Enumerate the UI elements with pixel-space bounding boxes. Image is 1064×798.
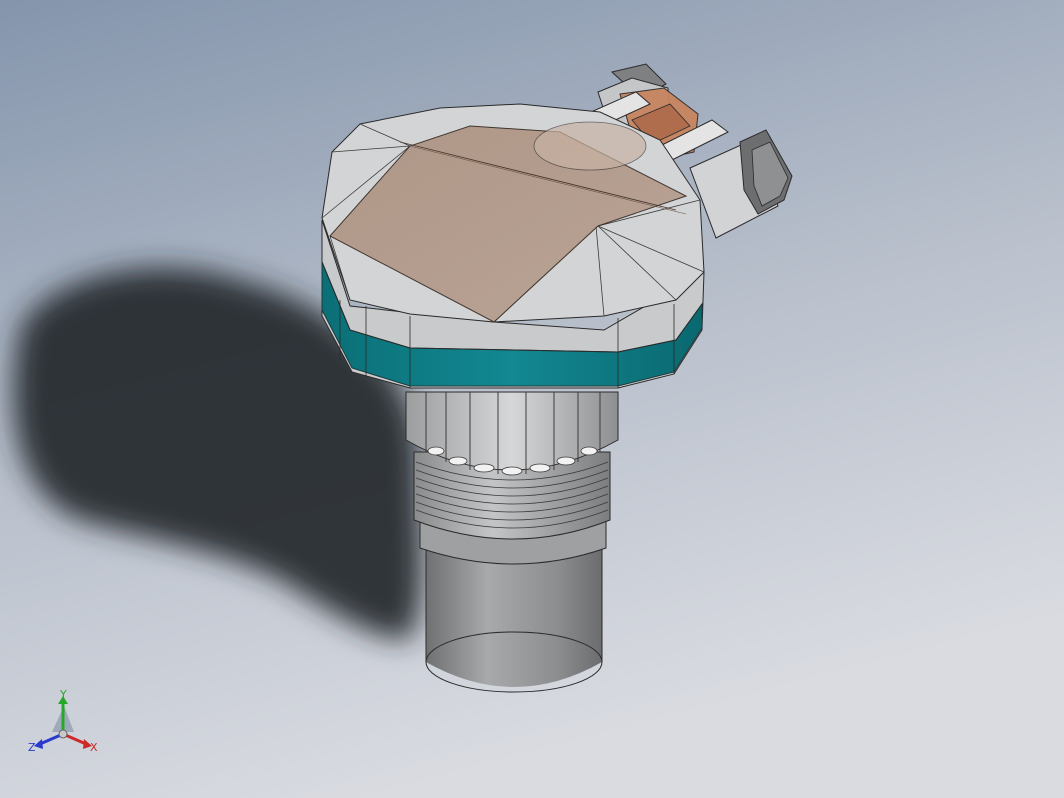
y-axis-label: Y: [59, 688, 67, 701]
z-axis-label: Z: [28, 741, 36, 754]
cad-viewport[interactable]: Y X Z: [0, 0, 1064, 798]
x-axis-label: X: [90, 741, 98, 754]
3d-model-view[interactable]: Y X Z: [0, 0, 1064, 798]
housing-cover: [321, 103, 705, 323]
